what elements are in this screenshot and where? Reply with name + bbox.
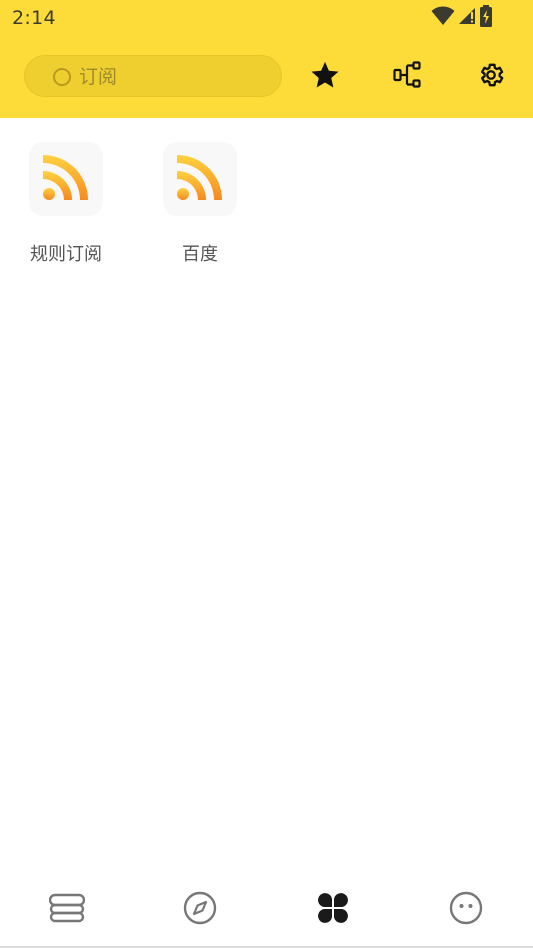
wifi-icon <box>431 6 455 30</box>
bookshelf-icon <box>48 892 85 928</box>
status-time: 2:14 <box>12 7 56 29</box>
signal-icon <box>457 6 477 30</box>
subscription-label: 规则订阅 <box>30 244 102 265</box>
star-icon <box>310 60 340 94</box>
toolbar <box>0 37 533 118</box>
face-icon <box>449 891 483 929</box>
compass-icon <box>183 891 217 929</box>
nav-bookshelf[interactable] <box>0 870 133 948</box>
nav-discover[interactable] <box>133 870 266 948</box>
rule-tree-icon <box>393 61 423 93</box>
subscription-icon-container <box>163 142 237 216</box>
favorites-button[interactable] <box>303 55 347 99</box>
subscription-grid: 规则订阅 百度 <box>0 118 533 870</box>
search-box[interactable] <box>24 55 282 97</box>
nav-my[interactable] <box>400 870 533 948</box>
rule-subscription-button[interactable] <box>386 55 430 99</box>
search-icon <box>52 67 72 87</box>
gear-icon <box>477 61 505 93</box>
rss-icon <box>42 153 90 205</box>
bottom-navigation <box>0 870 533 948</box>
search-input[interactable] <box>79 62 269 92</box>
rss-icon <box>176 153 224 205</box>
subscription-grid-icon <box>316 891 350 929</box>
status-bar: 2:14 <box>0 0 533 37</box>
subscription-label: 百度 <box>182 244 218 265</box>
subscription-item-baidu[interactable]: 百度 <box>147 142 247 270</box>
subscription-item-rules[interactable]: 规则订阅 <box>13 142 113 270</box>
nav-subscription[interactable] <box>267 870 400 948</box>
settings-button[interactable] <box>469 55 513 99</box>
screen: 2:14 订阅 规则订阅 百度 <box>0 0 533 948</box>
subscription-icon-container <box>29 142 103 216</box>
battery-icon <box>479 5 493 31</box>
status-icons <box>431 5 493 31</box>
